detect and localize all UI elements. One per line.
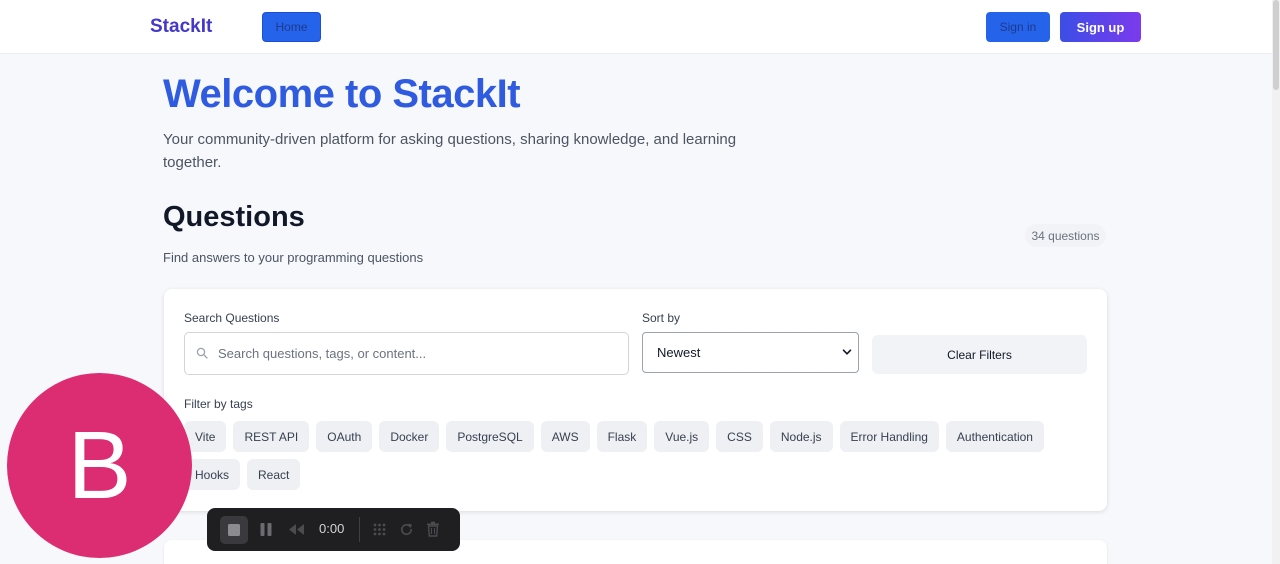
rewind-icon[interactable] — [288, 523, 305, 536]
questions-heading: Questions — [163, 201, 305, 233]
stop-icon — [228, 524, 240, 536]
restart-icon[interactable] — [399, 522, 414, 537]
tag-filter-chip[interactable]: Flask — [596, 421, 648, 452]
hero-title: Welcome to StackIt — [163, 72, 521, 116]
question-count-badge: 34 questions — [1025, 224, 1106, 247]
screen-recorder-toolbar: 0:00 — [207, 508, 460, 551]
home-button[interactable]: Home — [262, 12, 321, 42]
stop-recording-button[interactable] — [220, 516, 248, 544]
tag-filter-chip[interactable]: Node.js — [769, 421, 833, 452]
page-scrollbar[interactable] — [1272, 0, 1280, 564]
brand-logo[interactable]: StackIt — [150, 16, 212, 38]
tag-filter-chip[interactable]: Hooks — [184, 459, 241, 490]
tag-filter-chip[interactable]: Docker — [379, 421, 440, 452]
sort-select[interactable]: Newest — [642, 332, 859, 373]
scrollbar-thumb[interactable] — [1273, 0, 1279, 90]
hero-subtitle: Your community-driven platform for askin… — [163, 131, 737, 171]
sort-selected-value: Newest — [657, 345, 701, 360]
tag-filter-chip[interactable]: Authentication — [945, 421, 1044, 452]
search-label: Search Questions — [184, 311, 280, 325]
avatar: B — [7, 373, 192, 558]
filter-card: Search Questions Sort by Newest Clear Fi… — [164, 289, 1107, 511]
pause-icon[interactable] — [259, 522, 273, 537]
tag-filter-chip[interactable]: AWS — [540, 421, 590, 452]
sort-label: Sort by — [642, 311, 681, 325]
tag-filter-chip[interactable]: PostgreSQL — [446, 421, 534, 452]
trash-icon[interactable] — [426, 521, 440, 537]
tag-filter-chip[interactable]: React — [247, 459, 301, 490]
tags-filter-label: Filter by tags — [184, 397, 253, 411]
sign-in-button[interactable]: Sign in — [986, 12, 1050, 42]
search-input[interactable] — [218, 334, 618, 373]
clear-filters-button[interactable]: Clear Filters — [872, 335, 1087, 374]
tag-filter-chip[interactable]: CSS — [716, 421, 763, 452]
recording-timer: 0:00 — [319, 521, 345, 536]
tag-filter-chip[interactable]: Vue.js — [654, 421, 710, 452]
search-field[interactable] — [184, 332, 629, 375]
grid-icon[interactable] — [372, 522, 387, 537]
search-icon — [196, 347, 208, 359]
toolbar-divider — [359, 517, 360, 542]
tag-filter-chip[interactable]: REST API — [233, 421, 310, 452]
tag-filter-chip[interactable]: OAuth — [316, 421, 373, 452]
tag-filter-chip[interactable]: Error Handling — [839, 421, 939, 452]
sign-up-button[interactable]: Sign up — [1060, 12, 1141, 42]
questions-subtitle: Find answers to your programming questio… — [163, 250, 424, 265]
tag-filter-list: Vite REST API OAuth Docker PostgreSQL AWS Flas… — [184, 421, 1084, 490]
top-navbar: StackIt Home Sign in Sign up — [0, 0, 1280, 54]
chevron-down-icon — [842, 349, 852, 355]
